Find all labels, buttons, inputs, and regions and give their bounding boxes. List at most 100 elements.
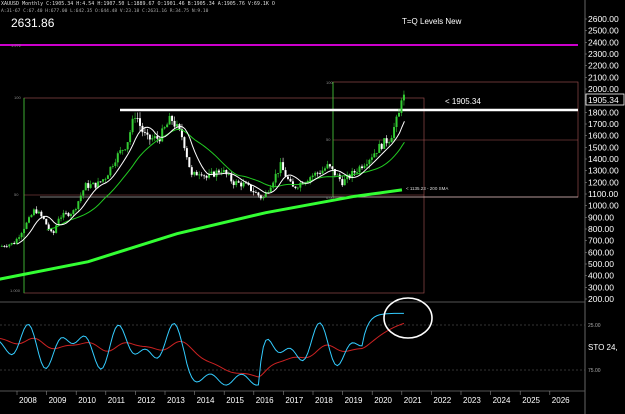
candle-body [242, 182, 245, 187]
candle-body [79, 195, 82, 202]
candle-body [262, 197, 265, 199]
price-tick-label: 1400.00 [588, 154, 619, 164]
candle-body [195, 171, 198, 176]
candle-body [324, 168, 326, 171]
candle-body [373, 153, 376, 158]
candle-body [230, 174, 233, 182]
candle-body [60, 217, 63, 219]
price-tick-label: 1700.00 [588, 119, 619, 129]
candle-body [102, 179, 104, 182]
candle-body [319, 173, 322, 174]
candle-body [400, 100, 403, 113]
candle-body [378, 143, 381, 153]
time-tick-label: 2023 [463, 396, 481, 405]
candle-body [383, 138, 386, 149]
candle-body [163, 127, 166, 129]
time-tick-label: 2009 [49, 396, 67, 405]
price-tick-label: 2100.00 [588, 72, 619, 82]
candle-body [291, 181, 294, 187]
candle-body [299, 182, 302, 188]
candle-body [77, 201, 80, 210]
candle-body [119, 150, 122, 154]
price-tick-label: 1200.00 [588, 177, 619, 187]
sma-200-line [0, 188, 403, 281]
candle-body [8, 244, 11, 247]
price-tick-label: 2200.00 [588, 61, 619, 71]
candle-body [274, 173, 277, 183]
time-tick-label: 2025 [522, 396, 540, 405]
candle-body [176, 124, 178, 127]
time-tick-label: 2008 [19, 396, 37, 405]
candle-body [23, 228, 26, 234]
candle-body [153, 136, 156, 139]
price-chart[interactable]: 1.272 100 50 0.00 100 50 0.00 1.000 < 11… [0, 0, 625, 414]
candle-body [215, 170, 218, 177]
time-tick-label: 2024 [493, 396, 511, 405]
time-tick-label: 2017 [285, 396, 303, 405]
time-tick-label: 2022 [433, 396, 451, 405]
candle-body [353, 171, 356, 173]
candle-body [326, 164, 329, 169]
candle-body [188, 157, 191, 168]
candle-body [52, 231, 55, 233]
candle-body [282, 162, 285, 171]
candle-body [40, 211, 43, 217]
price-tick-label: 700.00 [588, 236, 614, 246]
candle-body [368, 159, 371, 165]
candle-body [134, 118, 137, 119]
candle-body [161, 128, 164, 142]
candle-body [28, 217, 30, 223]
candle-body [3, 245, 6, 247]
candle-body [18, 237, 21, 239]
candle-body [82, 190, 85, 196]
candle-body [114, 162, 117, 167]
candle-body [277, 173, 280, 174]
candle-body [363, 165, 366, 169]
time-axis: 2008 2009 2010 2011 2012 2013 2014 2015 2016 2017… [16, 391, 570, 405]
time-tick-label: 2026 [552, 396, 570, 405]
candle-body [151, 138, 154, 140]
candle-body [365, 164, 368, 166]
price-axis: 200.00 300.00400.00 500.00 600.00700.00 800.… [585, 14, 619, 304]
candle-body [32, 209, 35, 216]
price-tick-label: 300.00 [588, 282, 614, 292]
stoch-slow-line [0, 322, 405, 378]
svg-text:50: 50 [14, 192, 19, 197]
candle-body [321, 170, 324, 174]
candle-body [200, 174, 203, 176]
price-tick-label: 600.00 [588, 247, 614, 257]
sma-label: < 1135.23 - 200 SMA [406, 186, 448, 191]
candle-body [20, 233, 23, 238]
price-tick-label: 1500.00 [588, 142, 619, 152]
candle-body [385, 138, 388, 144]
candle-body [62, 212, 65, 218]
candle-body [124, 149, 127, 151]
candle-body [232, 181, 235, 186]
candle-body [126, 142, 129, 150]
candle-body [361, 166, 363, 169]
candle-body [25, 222, 28, 229]
time-tick-label: 2020 [374, 396, 392, 405]
candle-body [173, 120, 176, 127]
candle-body [87, 183, 90, 188]
candle-body [395, 116, 398, 128]
candle-body [5, 246, 8, 248]
price-tag: 1905.34 [588, 95, 619, 105]
candle-body [69, 214, 72, 217]
price-tick-label: 900.00 [588, 212, 614, 222]
candle-body [84, 183, 87, 191]
candle-body [10, 242, 13, 245]
candle-body [370, 157, 373, 160]
stoch-level-75: 75.00 [588, 368, 601, 374]
candle-body [37, 211, 40, 214]
time-tick-label: 2019 [345, 396, 363, 405]
time-tick-label: 2010 [78, 396, 96, 405]
candle-body [358, 166, 361, 173]
candle-body [257, 192, 260, 196]
candle-body [190, 167, 193, 175]
candle-body [203, 175, 206, 177]
candle-body [185, 148, 188, 158]
candle-body [311, 175, 314, 178]
candle-body [111, 166, 114, 167]
chart-window[interactable]: XAUUSD Monthly C:1905.34 H:4.54 H:1907.5… [0, 0, 625, 414]
